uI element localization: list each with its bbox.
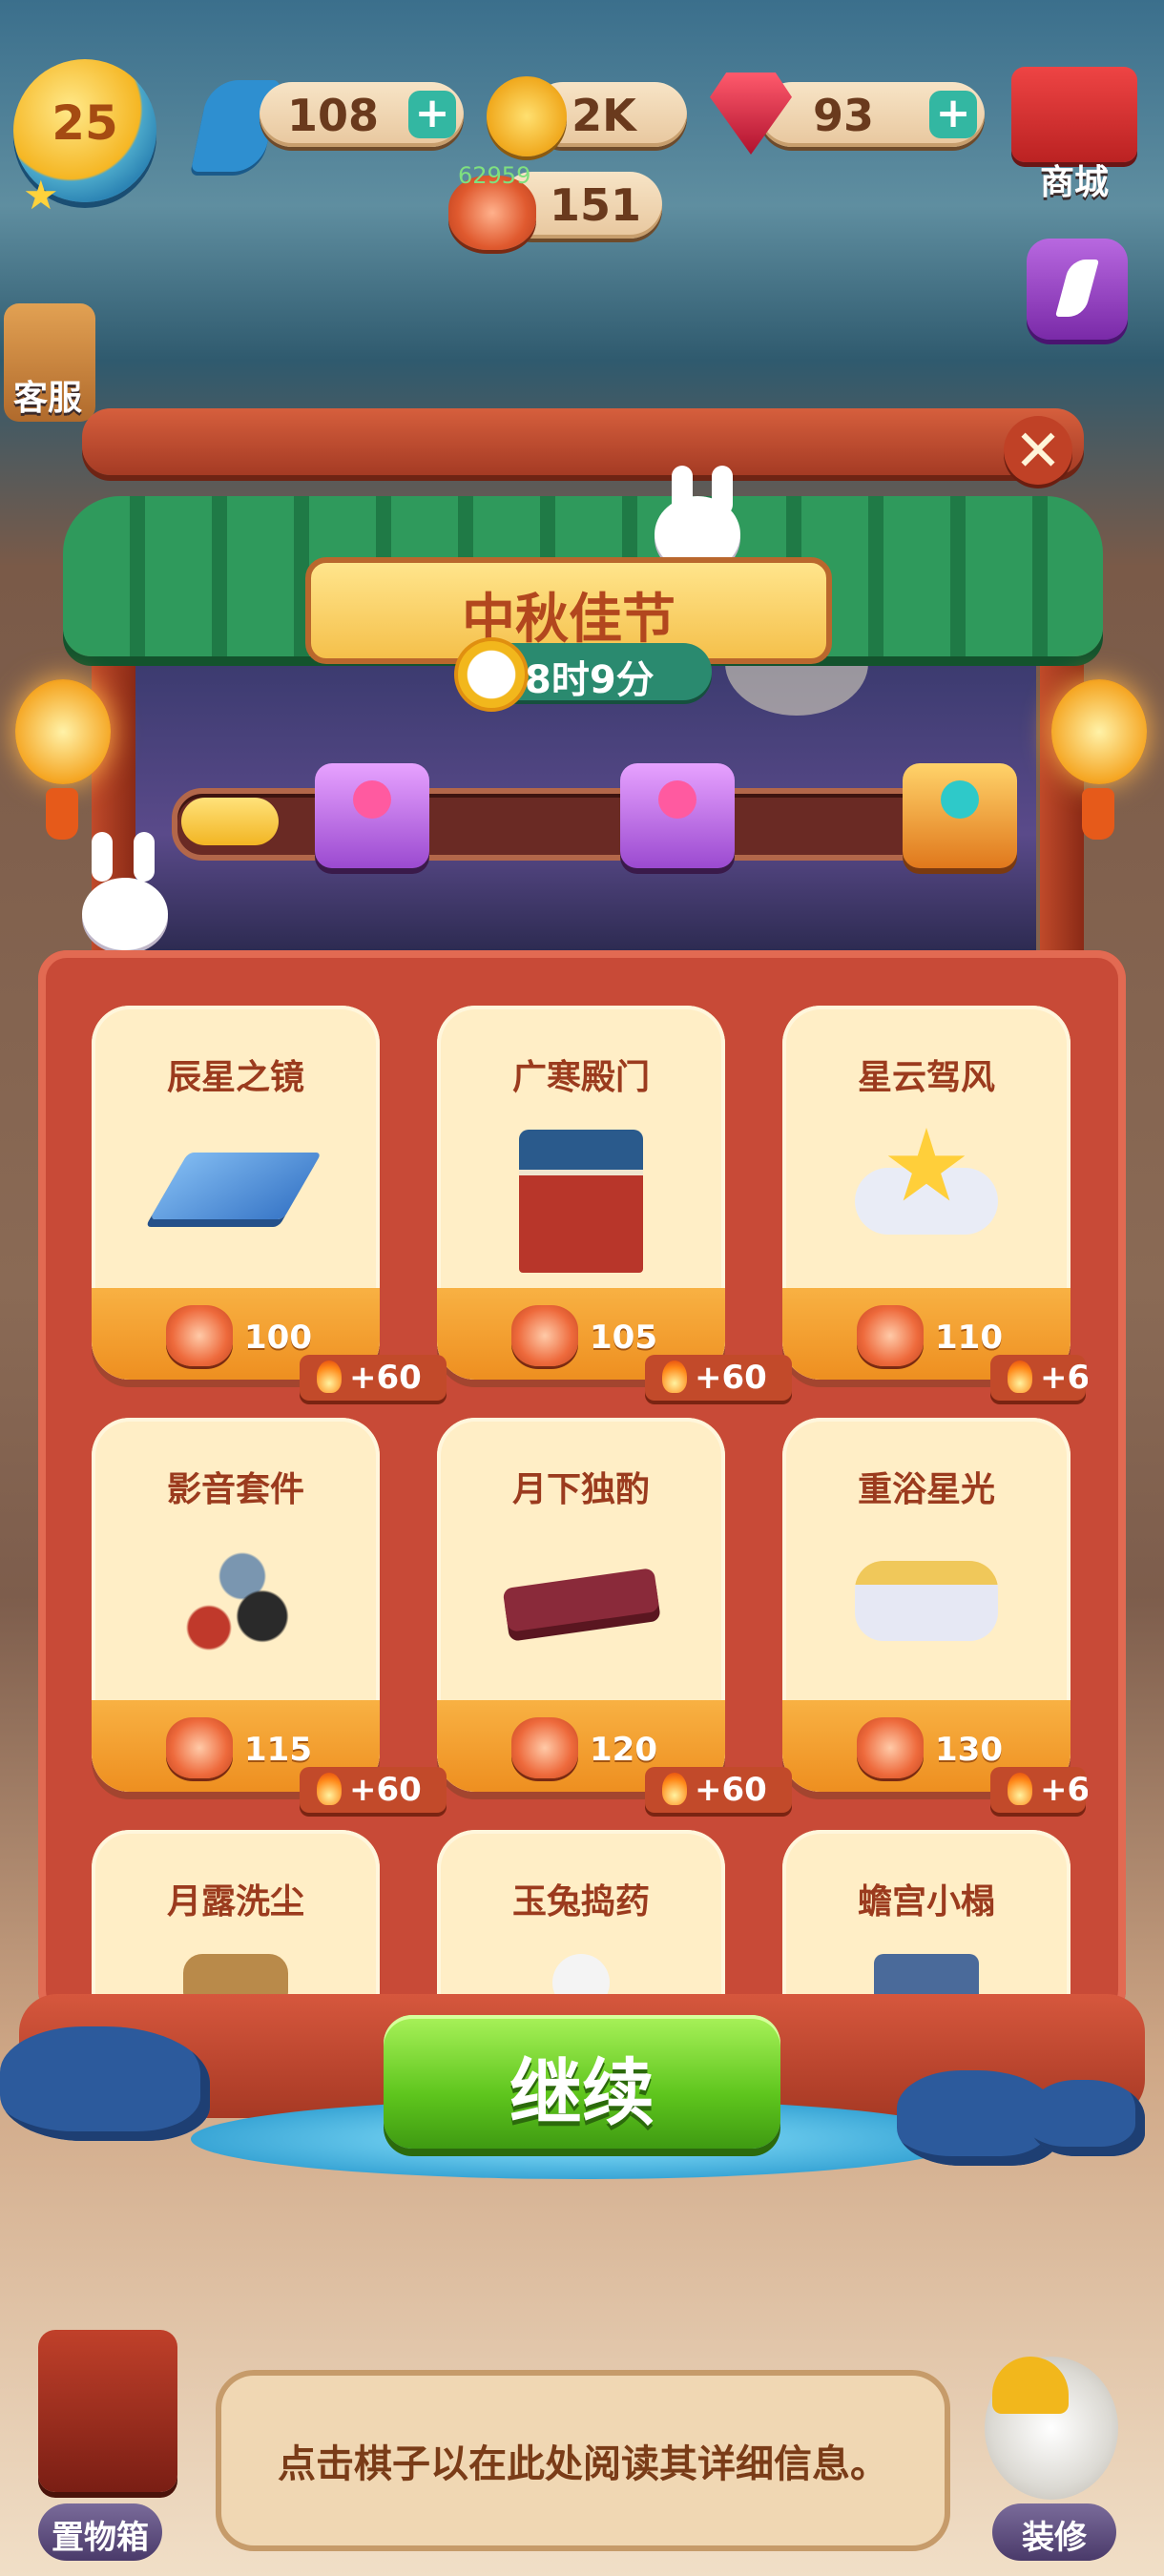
rock-left — [0, 2026, 210, 2141]
mooncake-icon — [166, 1305, 233, 1366]
item-card[interactable]: 重浴星光 130 — [782, 1418, 1070, 1792]
progress-fill — [181, 798, 279, 845]
flame-icon — [1008, 1773, 1032, 1805]
rock-right-small — [1030, 2080, 1145, 2156]
flame-icon — [317, 1773, 342, 1805]
item-price: 120 — [590, 1731, 657, 1769]
info-text: 点击棋子以在此处阅读其详细信息。 — [278, 2442, 888, 2486]
reward-chest-2[interactable] — [620, 763, 735, 868]
lantern-tassel — [46, 788, 78, 840]
mooncake-value: 151 — [549, 179, 642, 231]
clock-icon — [454, 637, 529, 712]
energy-counter[interactable]: 108 + — [260, 82, 464, 147]
lantern-tassel — [1082, 788, 1114, 840]
event-progress-bar — [172, 788, 1004, 861]
item-name: 月露洗尘 — [166, 1882, 304, 1922]
rabbit-ear — [92, 832, 113, 882]
flame-icon — [662, 1773, 687, 1805]
item-name: 辰星之镜 — [166, 1058, 304, 1097]
lantern-icon — [1051, 679, 1147, 784]
item-card[interactable]: 影音套件 115 — [92, 1418, 380, 1792]
item-price: 110 — [935, 1319, 1003, 1357]
flame-icon — [1008, 1361, 1032, 1393]
item-card[interactable]: 蟾宫小榻 — [782, 1830, 1070, 2000]
rabbit-ear — [134, 832, 155, 882]
flame-icon — [317, 1361, 342, 1393]
energy-plus-button[interactable]: + — [408, 91, 456, 138]
bonus-tag: +60 — [645, 1355, 792, 1401]
mooncake-id-label: 62959 — [458, 162, 531, 189]
decorate-button[interactable]: 装修 — [992, 2503, 1116, 2561]
rabbit-mascot — [82, 878, 168, 950]
energy-boost-button[interactable] — [1027, 239, 1128, 340]
item-name: 影音套件 — [166, 1470, 304, 1509]
storage-box-icon[interactable] — [38, 2330, 177, 2492]
bonus-tag: +60 — [990, 1767, 1088, 1813]
continue-button[interactable]: 继续 — [384, 2015, 780, 2149]
item-price: 130 — [935, 1731, 1003, 1769]
item-name: 月下独酌 — [511, 1470, 650, 1509]
reward-chest-3[interactable] — [903, 763, 1017, 868]
item-name: 蟾宫小榻 — [857, 1882, 995, 1922]
coin-icon — [487, 76, 567, 156]
mooncake-icon — [511, 1717, 578, 1778]
item-card[interactable]: 月露洗尘 — [92, 1830, 380, 2000]
audio-kit-art — [169, 1542, 302, 1656]
bonus-tag: +60 — [990, 1355, 1088, 1401]
basin-art — [183, 1954, 288, 2000]
rabbit-art — [552, 1954, 610, 2000]
item-card[interactable]: 辰星之镜 100 — [92, 1006, 380, 1380]
shop-button[interactable] — [1011, 67, 1137, 162]
item-price: 100 — [244, 1319, 312, 1357]
item-price: 115 — [244, 1731, 312, 1769]
close-icon: ✕ — [1013, 418, 1063, 485]
customer-service-label: 客服 — [12, 379, 82, 418]
reward-chest-1[interactable] — [315, 763, 429, 868]
event-timer: 8时9分 — [454, 637, 712, 712]
info-panel: 点击棋子以在此处阅读其详细信息。 — [216, 2370, 950, 2551]
mirror-art — [149, 1153, 322, 1219]
mooncake-icon — [166, 1717, 233, 1778]
roof-beam — [82, 408, 1084, 475]
couch-art — [874, 1954, 979, 2000]
item-name: 星云驾风 — [857, 1058, 995, 1097]
bonus-tag: +60 — [645, 1767, 792, 1813]
event-title: 中秋佳节 — [462, 589, 676, 651]
close-button[interactable]: ✕ — [1004, 416, 1072, 485]
bath-art — [855, 1561, 998, 1641]
flame-icon — [662, 1361, 687, 1393]
item-price: 105 — [590, 1319, 657, 1357]
gem-counter[interactable]: 93 + — [759, 82, 985, 147]
mooncake-icon — [857, 1717, 924, 1778]
item-card[interactable]: 玉兔捣药 — [437, 1830, 725, 2000]
mooncake-icon — [857, 1305, 924, 1366]
table-art — [502, 1568, 660, 1632]
item-card[interactable]: 月下独酌 120 — [437, 1418, 725, 1792]
storage-box-button[interactable]: 置物箱 — [38, 2503, 162, 2561]
item-name: 广寒殿门 — [511, 1058, 650, 1097]
item-card[interactable]: 广寒殿门 105 — [437, 1006, 725, 1380]
bonus-tag: +60 — [300, 1355, 447, 1401]
bonus-tag: +60 — [300, 1767, 447, 1813]
energy-value: 108 — [286, 90, 380, 141]
lantern-icon — [15, 679, 111, 784]
level-value: 25 — [52, 95, 118, 151]
item-card[interactable]: 星云驾风 110 — [782, 1006, 1070, 1380]
item-name: 玉兔捣药 — [511, 1882, 650, 1922]
gem-plus-button[interactable]: + — [929, 91, 977, 138]
item-name: 重浴星光 — [857, 1470, 995, 1509]
mooncake-icon — [511, 1305, 578, 1366]
item-grid[interactable]: 辰星之镜 100 广寒殿门 105 星云驾风 110 影音套件 115 月下独酌… — [76, 992, 1088, 2000]
shop-label: 商城 — [1039, 163, 1109, 202]
star-icon: ★ — [23, 172, 59, 218]
timer-text: 8时9分 — [525, 658, 655, 702]
gate-art — [519, 1130, 643, 1273]
